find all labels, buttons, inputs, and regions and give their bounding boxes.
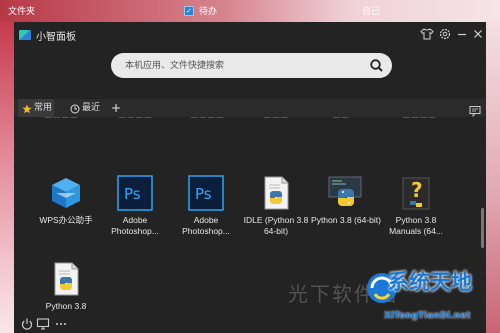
python-console-icon (328, 175, 364, 211)
app-label: Adobe Photoshop... (182, 215, 230, 236)
title-bar[interactable]: 小智面板 (14, 22, 486, 48)
app-label: IDLE (Python 3.8 64-bit) (243, 215, 309, 236)
desktop-left-strip (0, 22, 14, 333)
app-tile[interactable]: WPS办公助手 (31, 175, 101, 257)
power-icon[interactable] (20, 316, 34, 330)
python-file-icon (258, 175, 294, 211)
tab-bar: 常用 最近 + (14, 99, 486, 117)
photoshop-icon: Ps (188, 175, 224, 211)
more-icon[interactable] (54, 316, 68, 330)
star-icon (22, 103, 32, 114)
wps-cube-icon (48, 175, 84, 211)
monitor-icon[interactable] (36, 316, 50, 330)
svg-text:?: ? (411, 178, 423, 202)
minimize-icon[interactable] (455, 27, 469, 41)
app-label: Python 3.8 Manuals (64... (389, 215, 443, 236)
search-input[interactable] (125, 53, 365, 78)
python-help-icon: ? (398, 175, 434, 211)
app-tile[interactable]: Ps Adobe Photoshop... (171, 175, 241, 257)
search-bar (111, 53, 392, 78)
app-label: Python 3.8 (64-bit) (311, 215, 381, 225)
site-name: 系统天地 (388, 270, 472, 294)
clock-icon (70, 103, 80, 114)
close-icon[interactable] (471, 27, 485, 41)
app-tile[interactable]: Python 3.8 (64-bit) (311, 175, 381, 257)
scrollbar-thumb[interactable] (481, 208, 484, 248)
app-tile[interactable]: Python 3.8 Module Doc... (31, 261, 101, 313)
tab-frequent-label: 常用 (34, 103, 53, 113)
app-label: Python 3.8 Module Doc... (40, 301, 92, 313)
site-url: XiTongTianDi.net (384, 311, 471, 321)
tab-recent[interactable]: 最近 (66, 99, 104, 117)
window-title: 小智面板 (36, 32, 76, 43)
app-logo-icon (19, 30, 31, 40)
tab-recent-label: 最近 (82, 103, 101, 113)
photoshop-icon: Ps (117, 175, 153, 211)
add-tab-button[interactable]: + (110, 99, 122, 117)
desktop-item-todo[interactable]: 待办 (199, 4, 217, 17)
search-icon[interactable] (369, 58, 384, 73)
svg-text:Ps: Ps (195, 185, 212, 203)
app-label: Adobe Photoshop... (111, 215, 159, 236)
python-file-icon (48, 261, 84, 297)
desktop-item-self[interactable]: 自己 (362, 4, 380, 17)
desktop-item-folder[interactable]: 文件夹 (8, 4, 35, 17)
app-tile[interactable]: Ps Adobe Photoshop... (100, 175, 170, 257)
checkbox-icon: ✓ (184, 6, 194, 16)
message-icon[interactable] (469, 102, 481, 117)
app-tile[interactable]: IDLE (Python 3.8 64-bit) (241, 175, 311, 257)
tab-frequent[interactable]: 常用 (18, 99, 54, 117)
svg-text:Ps: Ps (124, 185, 141, 203)
shirt-icon[interactable] (420, 27, 434, 41)
app-label: WPS办公助手 (39, 215, 93, 225)
settings-icon[interactable] (438, 27, 452, 41)
desktop-top-strip: 文件夹 ✓ 待办 自己 (0, 0, 500, 22)
app-tile[interactable]: ? Python 3.8 Manuals (64... (381, 175, 451, 257)
scrolled-row-remnant: ▬▬▬▬ ▬▬▬▬ ▬▬▬▬ ▬▬▬ ▬▬ ▬▬▬▬ (14, 117, 486, 123)
